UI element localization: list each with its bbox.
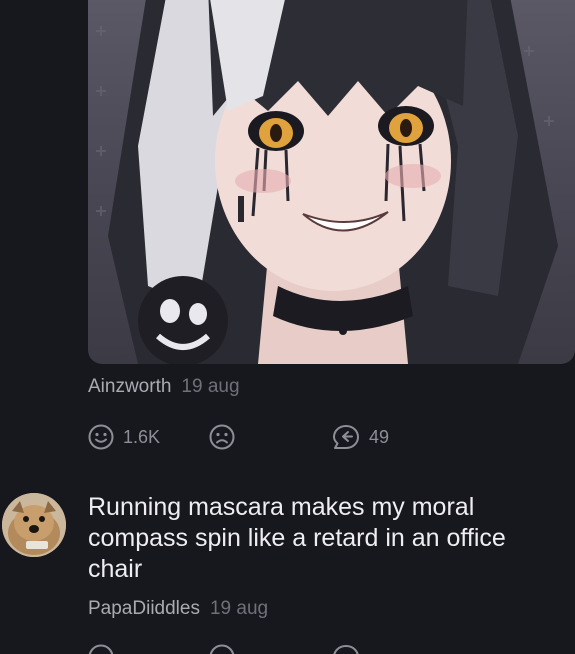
dislike-button[interactable] <box>209 422 235 452</box>
smile-icon <box>88 644 114 654</box>
dislike-button[interactable] <box>209 642 235 654</box>
like-count: 1.6K <box>123 426 161 447</box>
frown-icon <box>209 424 235 450</box>
comment-actions <box>88 642 508 654</box>
comment-meta: PapaDiiddles 19 aug <box>88 598 268 620</box>
dog-avatar <box>2 493 66 557</box>
reply-icon <box>333 425 359 449</box>
comment-date: 19 aug <box>209 598 269 619</box>
like-button[interactable] <box>88 642 114 654</box>
author-name[interactable]: PapaDiiddles <box>88 598 200 619</box>
post-actions: 1.6K 49 <box>88 422 508 452</box>
frown-icon <box>209 644 235 654</box>
anime-girl-image <box>96 0 558 364</box>
comment-feed: Ainzworth 19 aug 1.6K 49 Running mascara… <box>0 0 575 654</box>
reply-button[interactable]: 49 <box>332 422 389 452</box>
reply-count: 49 <box>369 426 390 447</box>
comment-text: Running mascara makes my moral compass s… <box>88 493 506 583</box>
smile-icon <box>88 424 114 450</box>
post-image[interactable] <box>88 0 575 364</box>
like-button[interactable]: 1.6K <box>88 422 160 452</box>
post-meta: Ainzworth 19 aug <box>88 376 240 398</box>
reply-icon <box>333 644 359 654</box>
author-name[interactable]: Ainzworth <box>88 376 171 397</box>
reply-button[interactable] <box>332 642 360 654</box>
user-avatar[interactable] <box>2 493 66 557</box>
post-date: 19 aug <box>181 376 240 397</box>
